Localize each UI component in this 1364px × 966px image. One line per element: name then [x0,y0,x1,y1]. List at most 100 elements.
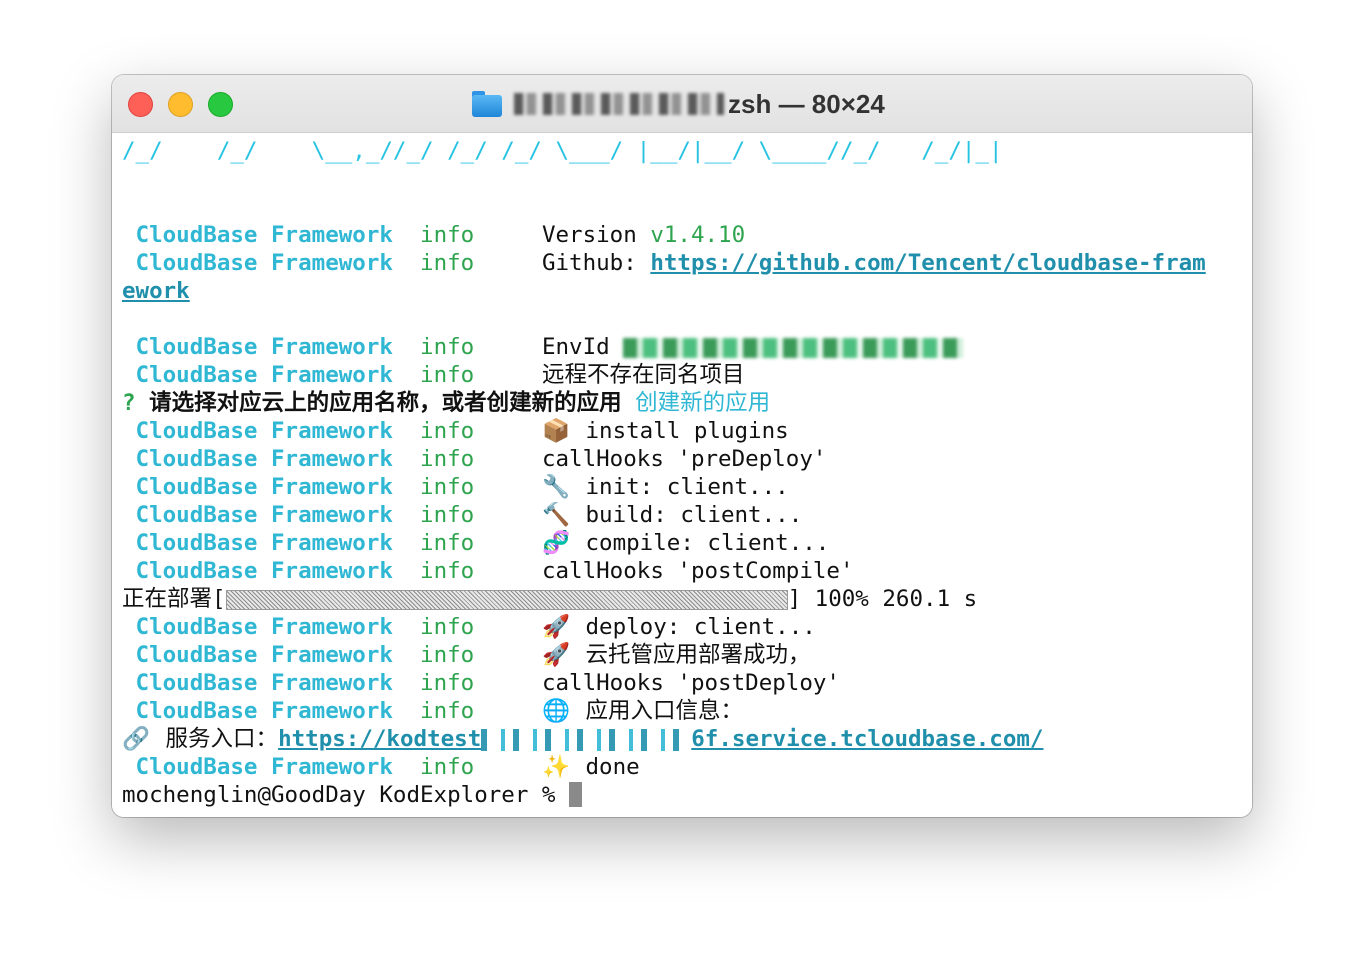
log-level: info [420,502,475,528]
text-cursor [569,782,583,807]
log-tag: CloudBase Framework [135,362,393,388]
title-bar[interactable]: zsh — 80×24 [112,75,1252,133]
question-line: ? 请选择对应云上的应用名称，或者创建新的应用 创建新的应用 [122,389,1252,417]
link-icon: 🔗 [122,726,151,752]
log-tag: CloudBase Framework [135,754,393,780]
window-title-text: zsh — 80×24 [728,88,885,119]
log-level: info [420,222,475,248]
log-tag: CloudBase Framework [135,502,393,528]
rocket-icon: 🚀 [541,614,570,640]
install-message: install plugins [585,418,789,444]
deploy-success-message: 云托管应用部署成功， [585,642,811,668]
postcompile-message: callHooks 'postCompile' [541,558,854,584]
log-line-install: CloudBase Framework info 📦 install plugi… [122,417,1252,445]
log-level: info [420,418,475,444]
rocket-icon: 🚀 [541,642,570,668]
build-message: build: client... [585,502,803,528]
github-link[interactable]: https://github.com/Tencent/cloudbase-fra… [650,250,1205,276]
window-title: zsh — 80×24 [472,88,885,120]
shell-prompt-line[interactable]: mochenglin@GoodDay KodExplorer % [122,781,1252,809]
log-line-deploy-client: CloudBase Framework info 🚀 deploy: clien… [122,613,1252,641]
deploy-label: 正在部署 [122,586,213,612]
log-tag: CloudBase Framework [135,530,393,556]
progress-close-bracket: ] [787,586,802,612]
version-label: Version [541,222,637,248]
log-tag: CloudBase Framework [135,698,393,724]
log-tag: CloudBase Framework [135,334,393,360]
log-level: info [420,614,475,640]
log-tag: CloudBase Framework [135,670,393,696]
log-line-remote: CloudBase Framework info 远程不存在同名项目 [122,361,1252,389]
log-line-predeploy: CloudBase Framework info callHooks 'preD… [122,445,1252,473]
postdeploy-message: callHooks 'postDeploy' [541,670,840,696]
deploy-time: 260.1 s [882,586,978,612]
maximize-button[interactable] [208,92,233,117]
log-line-github: CloudBase Framework info Github: https:/… [122,249,1252,277]
log-line-build: CloudBase Framework info 🔨 build: client… [122,501,1252,529]
predeploy-message: callHooks 'preDeploy' [541,446,827,472]
ascii-banner-line: /_/ /_/ \__,_//_/ /_/ /_/ \___/ |__/|__/… [122,138,1003,164]
deploy-progress-line: 正在部署[] 100% 260.1 s [122,585,1252,613]
dna-icon: 🧬 [541,530,570,556]
service-url-line: 🔗 服务入口：https://kodtest 6f.service.tcloudb… [122,725,1252,753]
log-line-init: CloudBase Framework info 🔧 init: client.… [122,473,1252,501]
log-tag: CloudBase Framework [135,446,393,472]
log-level: info [420,558,475,584]
wrench-icon: 🔧 [541,474,570,500]
log-level: info [420,362,475,388]
log-line-envid: CloudBase Framework info EnvId [122,333,1252,361]
log-line-done: CloudBase Framework info ✨ done [122,753,1252,781]
log-tag: CloudBase Framework [135,642,393,668]
log-line-entry-info: CloudBase Framework info 🌐 应用入口信息： [122,697,1252,725]
log-tag: CloudBase Framework [135,558,393,584]
question-mark: ? [122,390,136,416]
deploy-percent: 100% [814,586,869,612]
log-line-compile: CloudBase Framework info 🧬 compile: clie… [122,529,1252,557]
log-level: info [420,642,475,668]
service-label: 服务入口： [165,726,279,752]
log-tag: CloudBase Framework [135,222,393,248]
log-level: info [420,250,475,276]
log-level: info [420,474,475,500]
progress-open-bracket: [ [212,586,226,612]
remote-message: 远程不存在同名项目 [541,362,745,388]
done-message: done [585,754,640,780]
log-level: info [420,698,475,724]
terminal-output[interactable]: /_/ /_/ \__,_//_/ /_/ /_/ \___/ |__/|__/… [112,133,1252,817]
service-url-end[interactable]: 6f.service.tcloudbase.com/ [691,726,1043,752]
shell-prompt: mochenglin@GoodDay KodExplorer % [122,782,570,808]
deploy-client-message: deploy: client... [585,614,816,640]
log-level: info [420,446,475,472]
compile-message: compile: client... [585,530,830,556]
redacted-envid [623,337,964,358]
service-url-start[interactable]: https://kodtest [278,726,481,752]
log-tag: CloudBase Framework [135,614,393,640]
redacted-service-url [481,728,692,751]
github-link-continued[interactable]: ework [122,278,190,304]
close-button[interactable] [128,92,153,117]
log-level: info [420,670,475,696]
init-message: init: client... [585,474,789,500]
globe-icon: 🌐 [541,698,570,724]
log-level: info [420,530,475,556]
deploy-progress-bar [225,589,788,610]
folder-icon [472,91,502,117]
log-line-postdeploy: CloudBase Framework info callHooks 'post… [122,669,1252,697]
log-line-github-wrap: ework [122,277,1252,305]
minimize-button[interactable] [168,92,193,117]
log-tag: CloudBase Framework [135,474,393,500]
hammer-icon: 🔨 [541,502,570,528]
question-answer: 创建新的应用 [635,390,771,416]
log-line-version: CloudBase Framework info Version v1.4.10 [122,221,1252,249]
log-line-postcompile: CloudBase Framework info callHooks 'post… [122,557,1252,585]
package-icon: 📦 [541,418,570,444]
redacted-path [514,93,724,115]
sparkles-icon: ✨ [541,754,570,780]
log-level: info [420,754,475,780]
desktop-background: zsh — 80×24 /_/ /_/ \__,_//_/ /_/ /_/ \_… [0,0,1364,966]
version-value: v1.4.10 [650,222,746,248]
log-level: info [420,334,475,360]
